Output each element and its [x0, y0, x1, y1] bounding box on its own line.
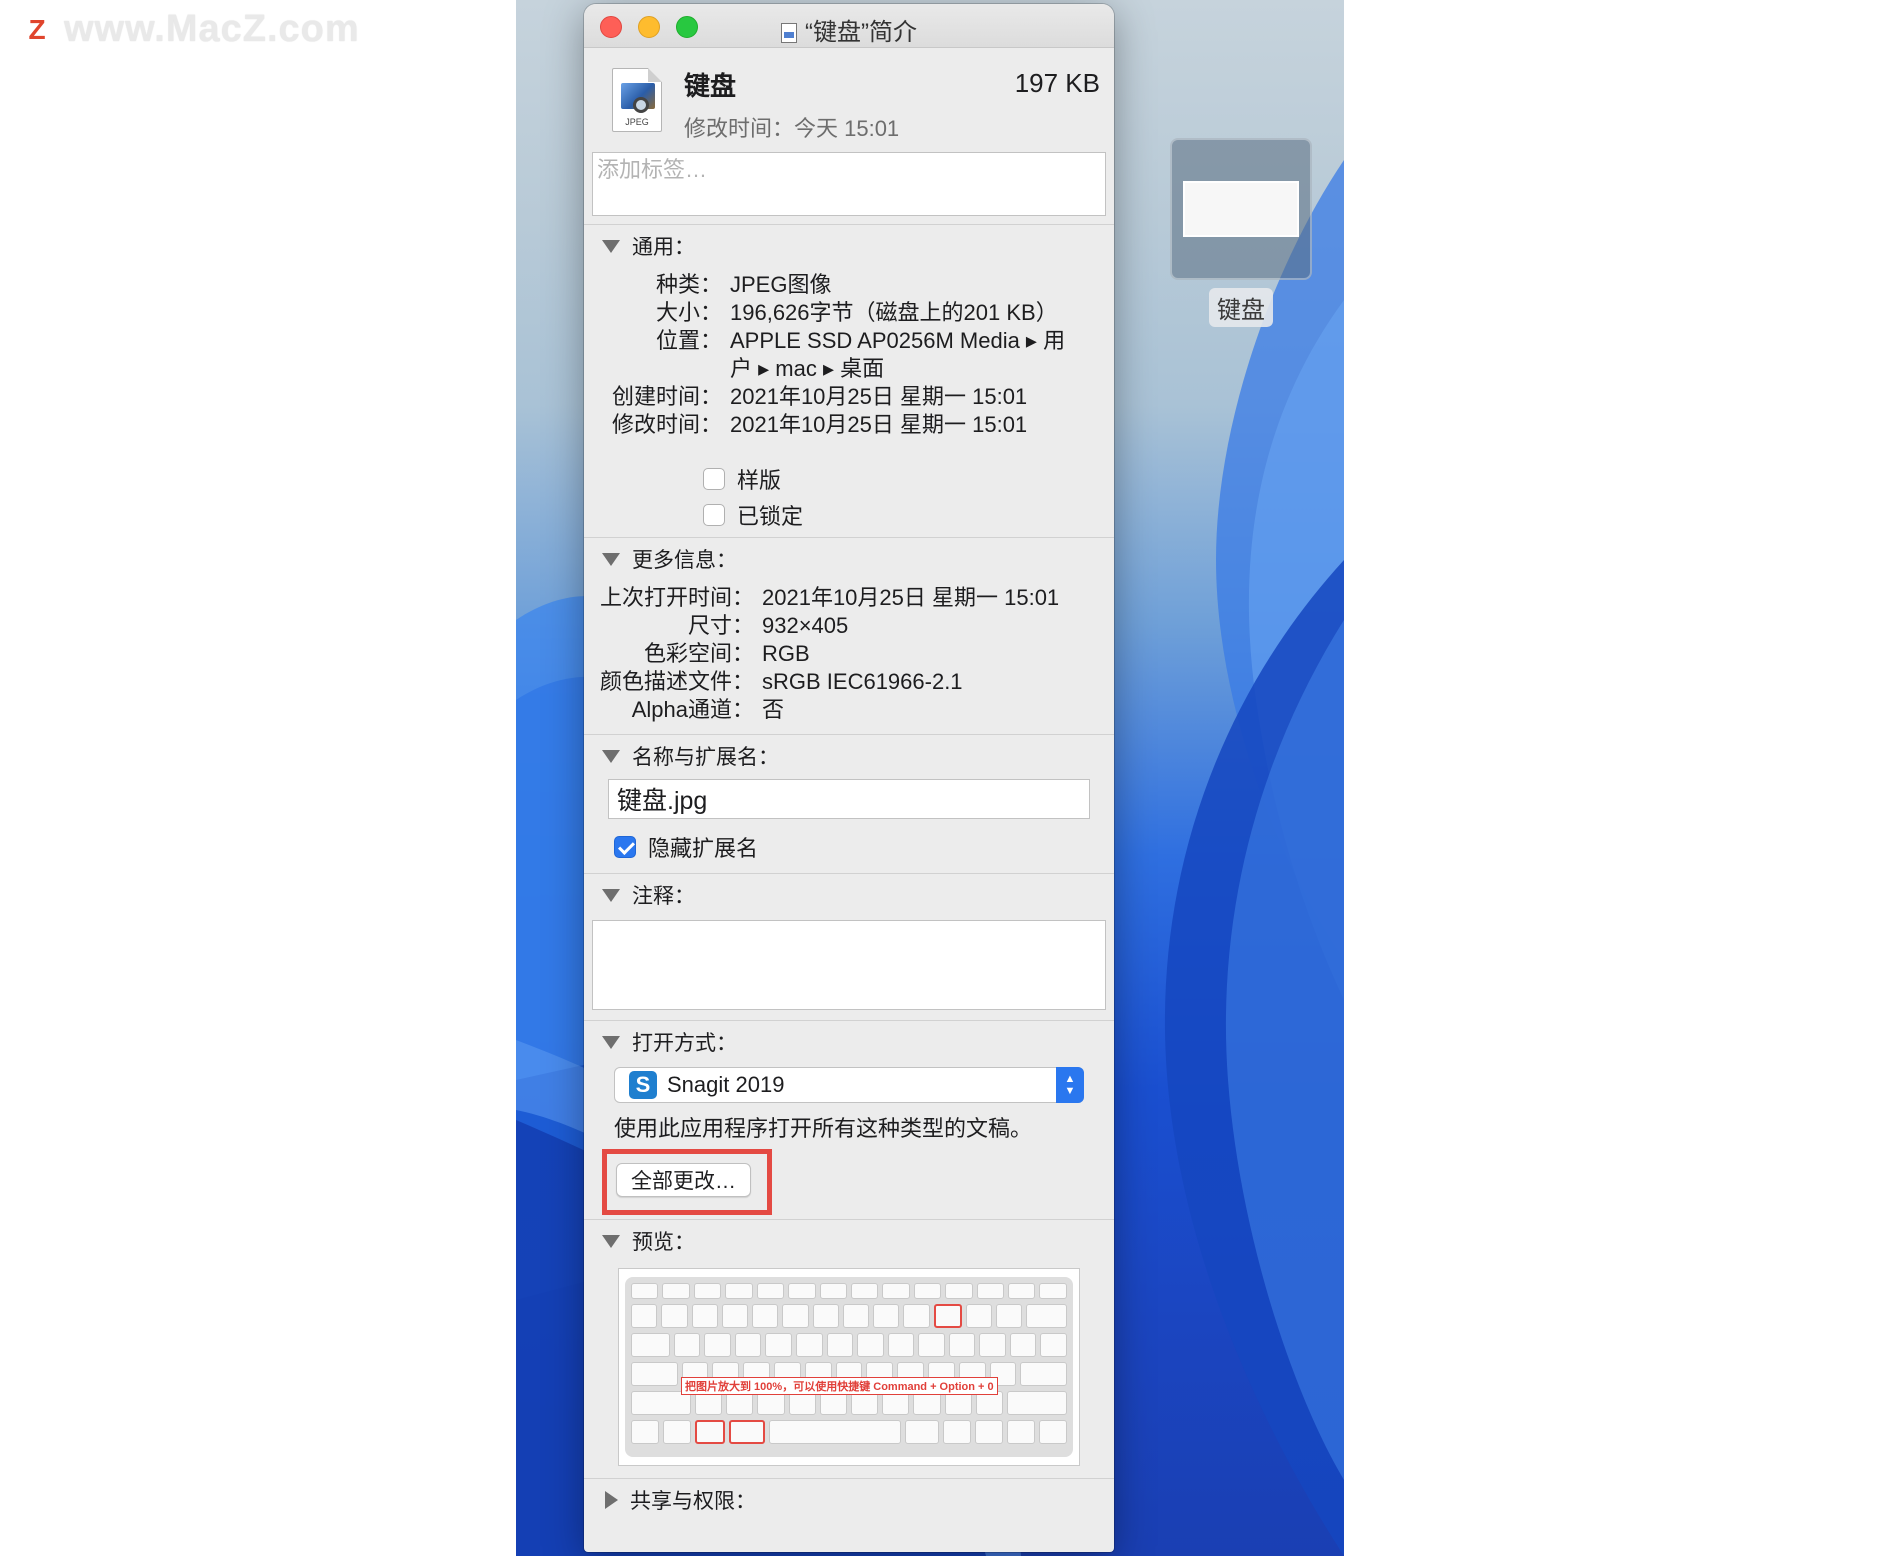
tags-input[interactable] [593, 153, 1105, 215]
window-titlebar[interactable]: “键盘”简介 [584, 4, 1114, 48]
section-open-with: 打开方式： S Snagit 2019 ▲ ▼ 使用此应用程序打开所有这种类型的文… [584, 1020, 1114, 1219]
disclosure-triangle-icon[interactable] [602, 888, 620, 902]
disclosure-triangle-icon[interactable] [602, 1035, 620, 1049]
comments-textarea[interactable] [593, 921, 1105, 1009]
detail-value: APPLE SSD AP0256M Media ▸ 用 [730, 328, 1066, 353]
file-size: 197 KB [1014, 68, 1100, 98]
checkmark-icon[interactable] [614, 836, 636, 858]
desktop-file-label: 键盘 [1209, 288, 1273, 327]
disclosure-triangle-collapsed-icon[interactable] [605, 1491, 618, 1509]
general-details: 种类： JPEG图像 大小： 196,626字节（磁盘上的201 KB） 位置： AP… [584, 267, 1114, 439]
desktop-file-keyboard[interactable]: 键盘 [1170, 138, 1312, 327]
section-open-with-header[interactable]: 打开方式： [584, 1021, 1114, 1063]
disclosure-triangle-icon[interactable] [602, 239, 620, 253]
window-title: “键盘”简介 [584, 12, 1114, 47]
detail-value: 2021年10月25日 星期一 15:01 [730, 412, 1028, 437]
detail-value: 2021年10月25日 星期一 15:01 [730, 384, 1028, 409]
name-extension-input[interactable] [609, 780, 1089, 818]
screenshot-canvas: Z www.MacZ.com 键盘 “键盘”简介 JPEG 键盘 197 KB … [0, 0, 1900, 1556]
section-comments-header[interactable]: 注释： [584, 874, 1114, 916]
detail-key: Alpha通道： [631, 697, 754, 722]
document-proxy-icon [781, 23, 797, 43]
change-all-area: 全部更改… [584, 1143, 1114, 1219]
section-sharing: 共享与权限： [584, 1478, 1114, 1521]
watermark: Z www.MacZ.com [20, 8, 360, 51]
snagit-app-icon: S [629, 1071, 657, 1099]
section-preview-header[interactable]: 预览： [584, 1220, 1114, 1262]
desktop-file-thumbnail [1170, 138, 1312, 280]
disclosure-triangle-icon[interactable] [602, 749, 620, 763]
more-info-details: 上次打开时间： 2021年10月25日 星期一 15:01 尺寸： 932×405 … [584, 580, 1114, 724]
locked-checkbox[interactable]: 已锁定 [703, 497, 1114, 533]
disclosure-triangle-icon[interactable] [602, 552, 620, 566]
detail-key: 创建时间： [611, 384, 722, 409]
preview-image: 把图片放大到 100%，可以使用快捷键 Command + Option + 0 [618, 1268, 1080, 1466]
keyboard-thumbnail-icon [1183, 181, 1299, 237]
detail-value: JPEG图像 [730, 272, 832, 297]
checkbox-icon[interactable] [703, 468, 725, 490]
modified-time: 修改时间：今天 15:01 [684, 116, 900, 141]
section-name-extension-header[interactable]: 名称与扩展名： [584, 735, 1114, 777]
window-title-text: “键盘”简介 [805, 19, 917, 46]
watermark-text: www.MacZ.com [64, 8, 360, 50]
file-header: JPEG 键盘 197 KB 修改时间：今天 15:01 [584, 48, 1114, 148]
detail-value: sRGB IEC61966-2.1 [762, 669, 963, 694]
popup-chevrons-icon[interactable]: ▲ ▼ [1056, 1067, 1084, 1103]
checkbox-icon[interactable] [703, 504, 725, 526]
detail-value: 932×405 [762, 613, 849, 638]
detail-key: 修改时间： [611, 412, 722, 437]
stationery-checkbox[interactable]: 样版 [703, 461, 1114, 497]
detail-value: 户 ▸ mac ▸ 桌面 [730, 356, 885, 381]
section-preview: 预览： 把图片放大到 100%，可以使用快捷键 Command + Option… [584, 1219, 1114, 1478]
name-extension-field[interactable] [608, 779, 1090, 819]
detail-key: 颜色描述文件： [599, 669, 754, 694]
detail-value: 196,626字节（磁盘上的201 KB） [730, 300, 1058, 325]
detail-key: 尺寸： [687, 613, 754, 638]
open-with-app-select[interactable]: S Snagit 2019 ▲ ▼ [614, 1067, 1084, 1103]
detail-key: 上次打开时间： [599, 585, 754, 610]
detail-value: 2021年10月25日 星期一 15:01 [762, 585, 1060, 610]
detail-key: 大小： [655, 300, 722, 325]
change-all-button[interactable]: 全部更改… [616, 1163, 751, 1197]
detail-value: RGB [762, 641, 810, 666]
comments-field[interactable] [592, 920, 1106, 1010]
section-more-info-header[interactable]: 更多信息： [584, 538, 1114, 580]
section-sharing-header[interactable]: 共享与权限： [584, 1479, 1114, 1521]
detail-key [584, 355, 722, 383]
section-name-extension: 名称与扩展名： 隐藏扩展名 [584, 734, 1114, 873]
detail-key: 种类： [655, 272, 722, 297]
keyboard-image: 把图片放大到 100%，可以使用快捷键 Command + Option + 0 [625, 1277, 1073, 1457]
section-more-info: 更多信息： 上次打开时间： 2021年10月25日 星期一 15:01 尺寸： 93… [584, 537, 1114, 734]
disclosure-triangle-icon[interactable] [602, 1234, 620, 1248]
section-general-header[interactable]: 通用： [584, 225, 1114, 267]
watermark-logo-icon: Z [20, 12, 54, 47]
open-with-description: 使用此应用程序打开所有这种类型的文稿。 [614, 1116, 1033, 1141]
jpeg-file-icon: JPEG [612, 68, 662, 132]
section-comments: 注释： [584, 873, 1114, 1020]
detail-value: 否 [762, 697, 785, 722]
detail-key: 色彩空间： [643, 641, 754, 666]
detail-key: 位置： [655, 328, 722, 353]
preview-annotation-text: 把图片放大到 100%，可以使用快捷键 Command + Option + 0 [681, 1377, 998, 1395]
tags-field[interactable] [592, 152, 1106, 216]
get-info-window: “键盘”简介 JPEG 键盘 197 KB 修改时间：今天 15:01 通用： … [584, 4, 1114, 1552]
selected-app: Snagit 2019 [667, 1072, 785, 1097]
section-general: 通用： 种类： JPEG图像 大小： 196,626字节（磁盘上的201 KB） 位… [584, 224, 1114, 537]
file-type-badge: JPEG [625, 117, 649, 127]
general-checkboxes: 样版 已锁定 [584, 439, 1114, 537]
hide-extension-checkbox[interactable]: 隐藏扩展名 [584, 829, 1114, 865]
